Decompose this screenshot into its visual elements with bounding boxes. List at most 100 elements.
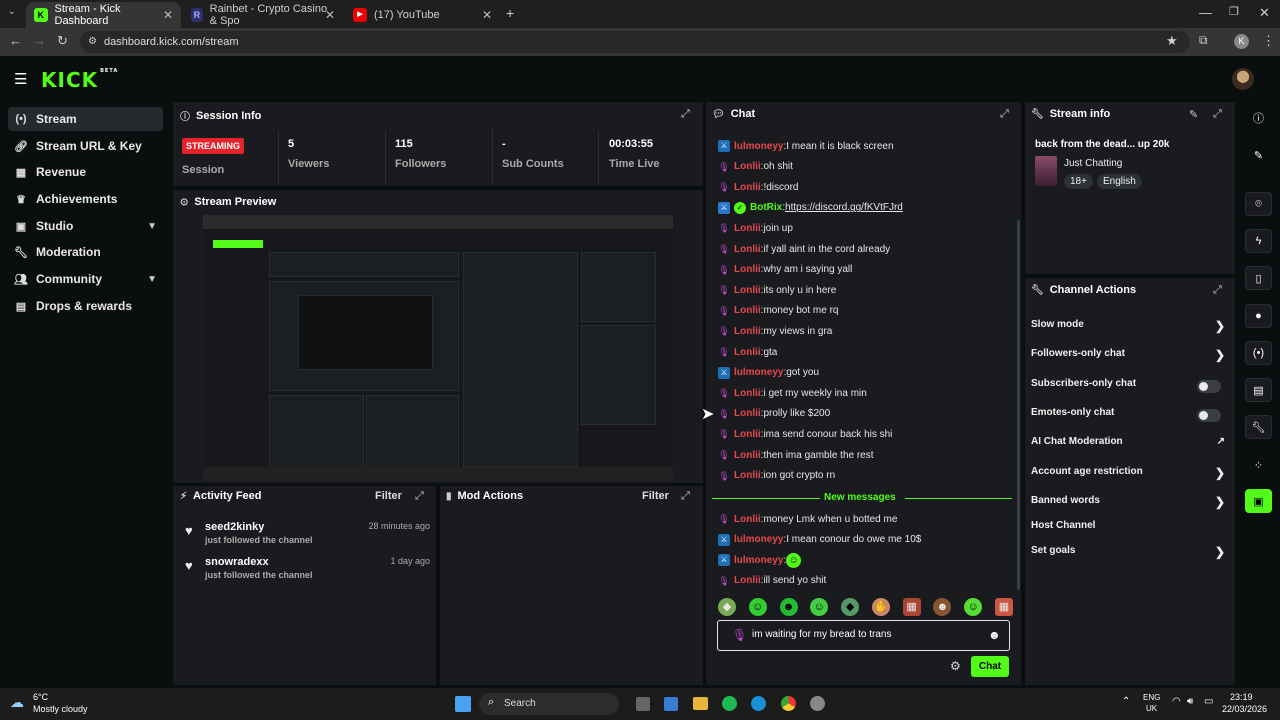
profile-avatar[interactable]: K xyxy=(1234,34,1249,49)
chat-rail-icon[interactable]: ● xyxy=(1245,304,1272,328)
tab-youtube[interactable]: ▶ (17) YouTube ✕ xyxy=(345,2,500,28)
chat-username[interactable]: Lonlii xyxy=(734,326,761,337)
hamburger-menu-icon[interactable]: ☰ xyxy=(14,70,27,88)
close-tab-icon[interactable]: ✕ xyxy=(325,8,335,22)
chat-username[interactable]: Lonlii xyxy=(734,347,761,358)
sidebar-item-community[interactable]: 👥︎ Community ▼ xyxy=(8,267,163,291)
kick-logo[interactable]: KICK BETA xyxy=(41,68,118,92)
bookmark-star-icon[interactable]: ★ xyxy=(1166,33,1178,49)
chat-username[interactable]: lulmoneyy xyxy=(734,555,783,566)
action-account-age[interactable]: Account age restriction ❯ xyxy=(1031,466,1231,484)
chat-username[interactable]: Lonlii xyxy=(734,514,761,525)
sidebar-item-stream[interactable]: (•) Stream xyxy=(8,107,163,131)
action-host-channel[interactable]: Host Channel xyxy=(1031,520,1231,538)
action-banned-words[interactable]: Banned words ❯ xyxy=(1031,495,1231,513)
dots-rail-icon[interactable]: ⁘ xyxy=(1245,453,1272,477)
action-slow-mode[interactable]: Slow mode ❯ xyxy=(1031,319,1231,337)
sidebar-item-stream-url-key[interactable]: 🔗︎ Stream URL & Key xyxy=(8,134,163,158)
back-icon[interactable]: ← xyxy=(9,33,22,48)
category-name[interactable]: Just Chatting xyxy=(1064,158,1122,169)
chat-username[interactable]: Lonlii xyxy=(734,264,761,275)
popout-icon[interactable]: ⤢ xyxy=(415,490,424,503)
emotes-only-toggle[interactable] xyxy=(1197,409,1221,422)
chat-username[interactable]: Lonlii xyxy=(734,575,761,586)
close-tab-icon[interactable]: ✕ xyxy=(163,8,173,22)
minimize-icon[interactable]: — xyxy=(1199,5,1212,20)
emote-icon[interactable]: ▦ xyxy=(994,598,1013,616)
chrome-icon[interactable] xyxy=(781,696,796,711)
chat-username[interactable]: lulmoneyy xyxy=(734,367,783,378)
emote-icon[interactable]: ☺ xyxy=(964,598,983,616)
edge-icon[interactable] xyxy=(751,696,766,711)
chat-username[interactable]: Lonlii xyxy=(734,305,761,316)
emoji-icon[interactable]: ☻ xyxy=(988,628,1001,642)
chat-username[interactable]: Lonlii xyxy=(734,470,761,481)
chat-username[interactable]: Lonlii xyxy=(734,388,761,399)
chat-username[interactable]: lulmoneyy xyxy=(734,534,783,545)
emote-icon[interactable]: ☺ xyxy=(748,598,767,616)
reload-icon[interactable]: ↻ xyxy=(57,33,68,49)
emote-icon[interactable]: ☻ xyxy=(933,598,952,616)
emote-icon[interactable]: ✋ xyxy=(871,598,890,616)
weather-temp[interactable]: 6°C xyxy=(33,692,48,702)
emote-icon[interactable]: ☺ xyxy=(810,598,829,616)
tab-kick-dashboard[interactable]: K Stream - Kick Dashboard ✕ xyxy=(26,2,181,28)
mod-filter-button[interactable]: Filter xyxy=(642,490,669,502)
chat-settings-gear-icon[interactable]: ⚙ xyxy=(950,659,961,673)
language-indicator[interactable]: ENG xyxy=(1143,693,1160,702)
battery-icon[interactable]: ▭ xyxy=(1204,696,1213,707)
spotify-icon[interactable] xyxy=(722,696,737,711)
site-info-icon[interactable]: ⚙ xyxy=(88,31,97,53)
wrench-rail-icon[interactable]: 🔧︎ xyxy=(1245,415,1272,439)
tray-chevron-icon[interactable]: ⌃ xyxy=(1122,696,1130,707)
category-thumbnail[interactable] xyxy=(1035,156,1057,186)
store-icon[interactable] xyxy=(664,697,678,711)
chat-username[interactable]: Lonlii xyxy=(734,182,761,193)
send-chat-button[interactable]: Chat xyxy=(971,656,1009,677)
action-followers-only[interactable]: Followers-only chat ❯ xyxy=(1031,348,1231,366)
chat-username[interactable]: Lonlii xyxy=(734,285,761,296)
chat-username[interactable]: Lonlii xyxy=(734,161,761,172)
sidebar-item-drops-rewards[interactable]: ▤ Drops & rewards xyxy=(8,294,163,318)
screenshot-rail-icon[interactable]: ⌾ xyxy=(1245,192,1272,216)
popout-icon[interactable]: ⤢ xyxy=(681,108,690,121)
chat-username[interactable]: Lonlii xyxy=(734,429,761,440)
activity-filter-button[interactable]: Filter xyxy=(375,490,402,502)
broadcast-rail-icon[interactable]: (•) xyxy=(1245,341,1272,365)
action-ai-moderation[interactable]: AI Chat Moderation ↗ xyxy=(1031,436,1231,454)
chat-username[interactable]: Lonlii xyxy=(734,244,761,255)
volume-icon[interactable]: 🔊︎ xyxy=(1187,696,1193,707)
windows-start-icon[interactable] xyxy=(455,696,471,712)
subscribers-only-toggle[interactable] xyxy=(1197,380,1221,393)
close-tab-icon[interactable]: ✕ xyxy=(482,8,492,22)
lightning-rail-icon[interactable]: ϟ xyxy=(1245,229,1272,253)
action-set-goals[interactable]: Set goals ❯ xyxy=(1031,545,1231,563)
emote-icon[interactable]: ◆ xyxy=(718,598,736,616)
taskbar-search-box[interactable]: ⌕ Search xyxy=(479,693,619,715)
chat-username[interactable]: Lonlii xyxy=(734,408,761,419)
forward-icon[interactable]: → xyxy=(33,33,46,48)
sidebar-item-moderation[interactable]: 🔧︎ Moderation xyxy=(8,240,163,264)
tab-rainbet[interactable]: R Rainbet - Crypto Casino & Spo ✕ xyxy=(183,2,343,28)
layout-rail-icon[interactable]: ▤ xyxy=(1245,378,1272,402)
wifi-icon[interactable]: ◠ xyxy=(1172,696,1181,707)
chat-username[interactable]: BotRix xyxy=(750,202,782,213)
weather-desc[interactable]: Mostly cloudy xyxy=(33,704,88,714)
chat-username[interactable]: Lonlii xyxy=(734,450,761,461)
chat-scrollbar[interactable] xyxy=(1017,220,1020,590)
tab-search-icon[interactable]: ⌄ xyxy=(8,6,16,17)
emote-icon[interactable]: ☻ xyxy=(779,598,798,616)
add-widget-rail-icon[interactable]: ▣ xyxy=(1245,489,1272,513)
window-close-icon[interactable]: ✕ xyxy=(1259,5,1270,21)
chat-username[interactable]: Lonlii xyxy=(734,223,761,234)
file-explorer-icon[interactable] xyxy=(693,697,708,710)
emote-icon[interactable]: ▦ xyxy=(902,598,921,616)
clock-time[interactable]: 23:19 xyxy=(1230,692,1253,702)
popout-icon[interactable]: ⤢ xyxy=(1000,108,1009,121)
new-tab-icon[interactable]: + xyxy=(506,5,514,21)
task-view-icon[interactable] xyxy=(636,697,650,711)
popout-icon[interactable]: ⤢ xyxy=(1213,108,1222,121)
popout-icon[interactable]: ⤢ xyxy=(681,490,690,503)
sidebar-item-revenue[interactable]: ▦ Revenue xyxy=(8,160,163,184)
browser-menu-icon[interactable]: ⋮ xyxy=(1262,33,1275,49)
